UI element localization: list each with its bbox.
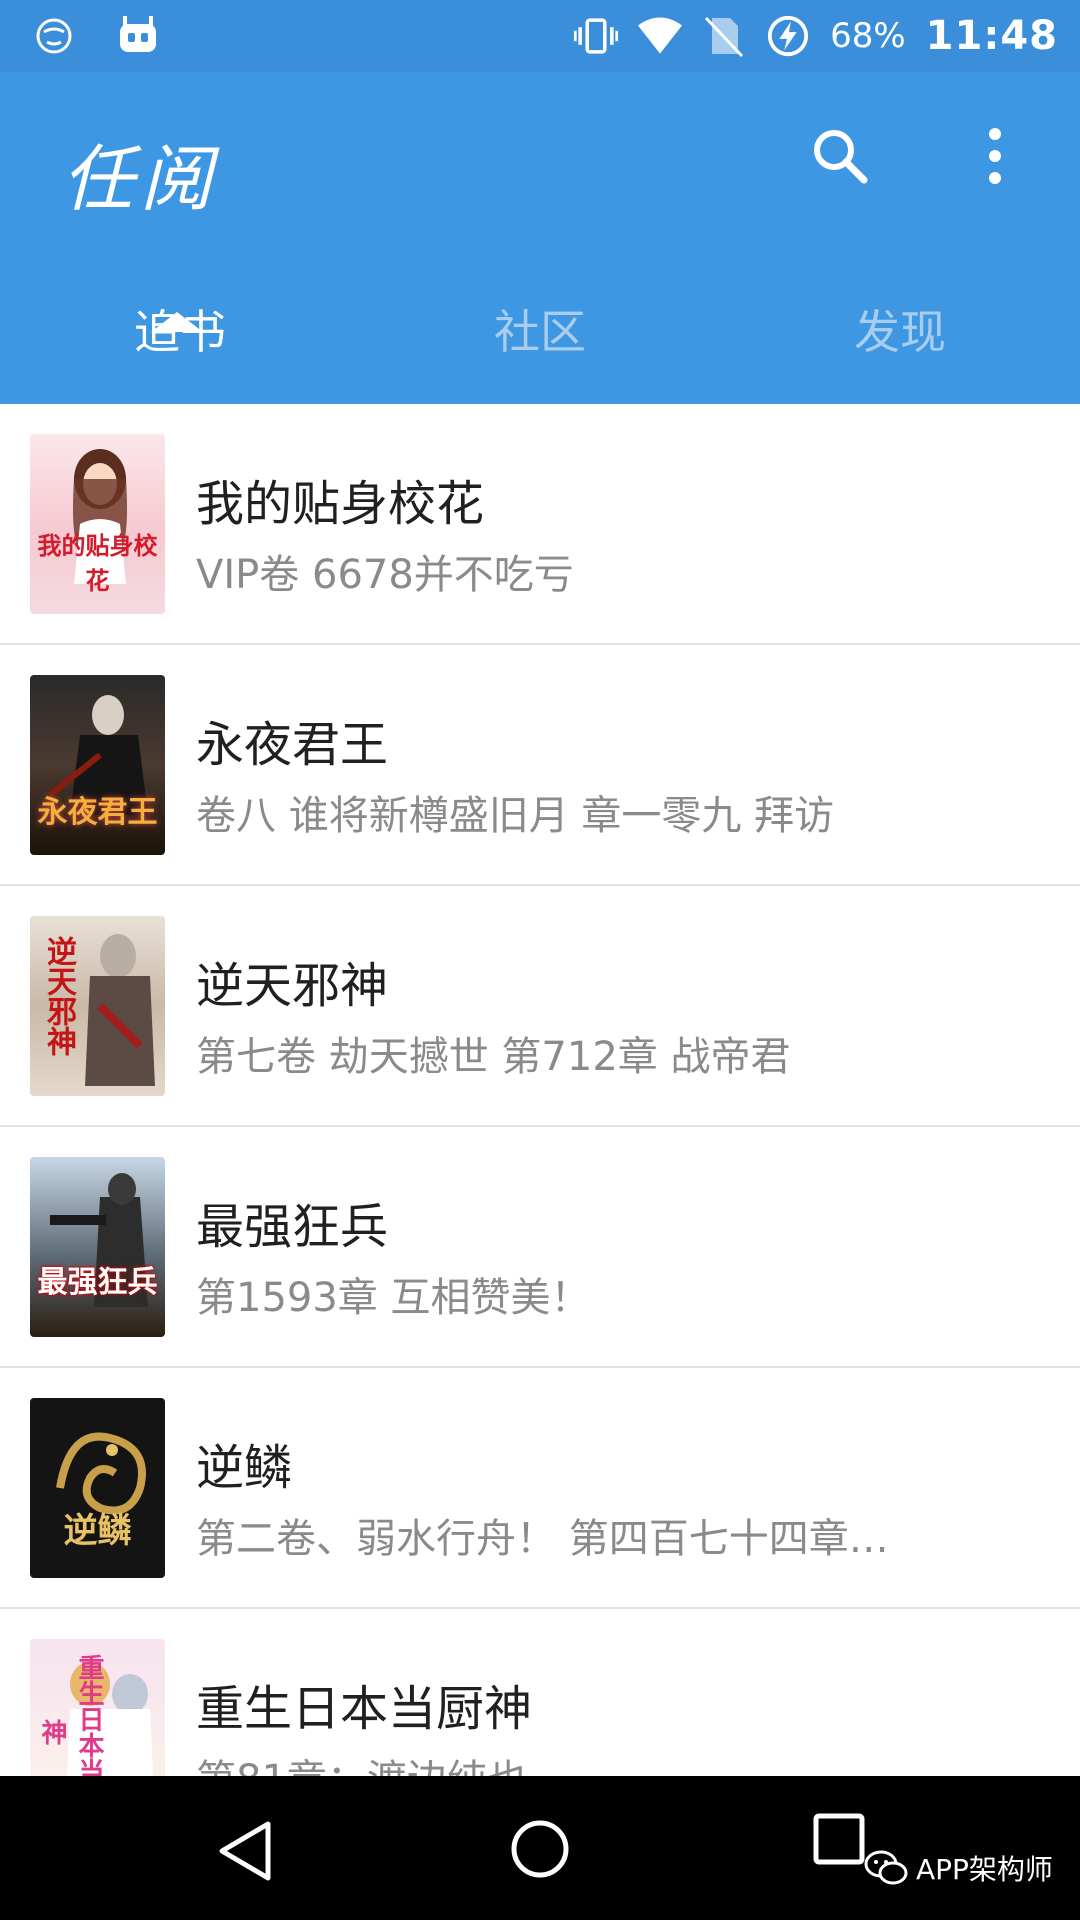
book-cover: 我的贴身校花 bbox=[30, 434, 165, 614]
book-list[interactable]: 我的贴身校花 我的贴身校花 VIP卷 6678并不吃亏 永夜君王 永夜君王 卷八… bbox=[0, 404, 1080, 1776]
search-icon bbox=[814, 130, 868, 184]
status-right-icons: 68% 11:48 bbox=[574, 0, 1058, 72]
android-icon bbox=[116, 14, 160, 58]
list-item[interactable]: 重生日本当厨神 重生日本当厨神 第81章：渡边纯也 bbox=[0, 1609, 1080, 1776]
latest-chapter: 卷八 谁将新樽盛旧月 章一零九 拜访 bbox=[196, 793, 835, 839]
system-nav-bar: APP架构师 bbox=[0, 1776, 1080, 1920]
book-cover: 逆鳞 bbox=[30, 1398, 165, 1578]
app-logo: 任阅 bbox=[62, 137, 219, 221]
book-cover: 逆天邪神 bbox=[30, 916, 165, 1096]
battery-percent: 68% bbox=[830, 16, 906, 56]
status-left-icons bbox=[32, 14, 160, 58]
back-button[interactable] bbox=[212, 1816, 282, 1886]
more-vert-icon bbox=[989, 128, 1001, 184]
watermark-text: APP架构师 bbox=[916, 1853, 1053, 1886]
status-bar: 68% 11:48 bbox=[0, 0, 1080, 72]
back-icon bbox=[219, 1821, 271, 1881]
tab-community[interactable]: 社区 bbox=[360, 282, 720, 404]
list-item[interactable]: 逆天邪神 逆天邪神 第七卷 劫天撼世 第712章 战帝君 bbox=[0, 886, 1080, 1127]
tab-follow-books[interactable]: 追书 bbox=[0, 282, 360, 404]
list-item[interactable]: 最强狂兵 最强狂兵 第1593章 互相赞美！ bbox=[0, 1127, 1080, 1368]
list-item[interactable]: 逆鳞 逆鳞 第二卷、弱水行舟！ 第四百七十四章… bbox=[0, 1368, 1080, 1609]
more-options-button[interactable] bbox=[970, 124, 1020, 188]
book-title: 永夜君王 bbox=[196, 717, 389, 773]
tab-discover[interactable]: 发现 bbox=[720, 282, 1080, 404]
book-cover: 重生日本当厨神 bbox=[30, 1639, 165, 1776]
watermark: APP架构师 bbox=[864, 1848, 1053, 1888]
wechat-icon bbox=[864, 1850, 908, 1885]
no-sim-icon bbox=[702, 14, 746, 58]
book-cover: 最强狂兵 bbox=[30, 1157, 165, 1337]
vibrate-icon bbox=[574, 14, 619, 58]
battery-charging-icon bbox=[766, 14, 810, 58]
app-face-icon bbox=[32, 14, 76, 58]
home-icon bbox=[511, 1820, 569, 1878]
clock: 11:48 bbox=[925, 13, 1058, 59]
book-cover: 永夜君王 bbox=[30, 675, 165, 855]
home-button[interactable] bbox=[505, 1814, 575, 1884]
book-title: 逆鳞 bbox=[196, 1440, 293, 1496]
latest-chapter: 第81章：渡边纯也 bbox=[196, 1747, 527, 1776]
book-title: 最强狂兵 bbox=[196, 1199, 389, 1255]
list-item[interactable]: 永夜君王 永夜君王 卷八 谁将新樽盛旧月 章一零九 拜访 bbox=[0, 645, 1080, 886]
book-title: 重生日本当厨神 bbox=[196, 1681, 533, 1737]
latest-chapter: 第二卷、弱水行舟！ 第四百七十四章… bbox=[196, 1516, 889, 1562]
active-tab-indicator bbox=[151, 312, 203, 332]
recent-apps-icon bbox=[813, 1813, 865, 1865]
wifi-icon bbox=[638, 14, 683, 58]
latest-chapter: 第1593章 互相赞美！ bbox=[196, 1275, 591, 1321]
recent-apps-button[interactable] bbox=[810, 1810, 870, 1870]
latest-chapter: 第七卷 劫天撼世 第712章 战帝君 bbox=[196, 1034, 791, 1080]
book-title: 逆天邪神 bbox=[196, 958, 389, 1014]
tab-bar: 追书 社区 发现 bbox=[0, 282, 1080, 404]
list-item[interactable]: 我的贴身校花 我的贴身校花 VIP卷 6678并不吃亏 bbox=[0, 404, 1080, 645]
search-button[interactable] bbox=[808, 124, 872, 188]
latest-chapter: VIP卷 6678并不吃亏 bbox=[196, 552, 574, 598]
book-title: 我的贴身校花 bbox=[196, 476, 485, 532]
app-bar: 任阅 追书 社区 发现 bbox=[0, 72, 1080, 404]
